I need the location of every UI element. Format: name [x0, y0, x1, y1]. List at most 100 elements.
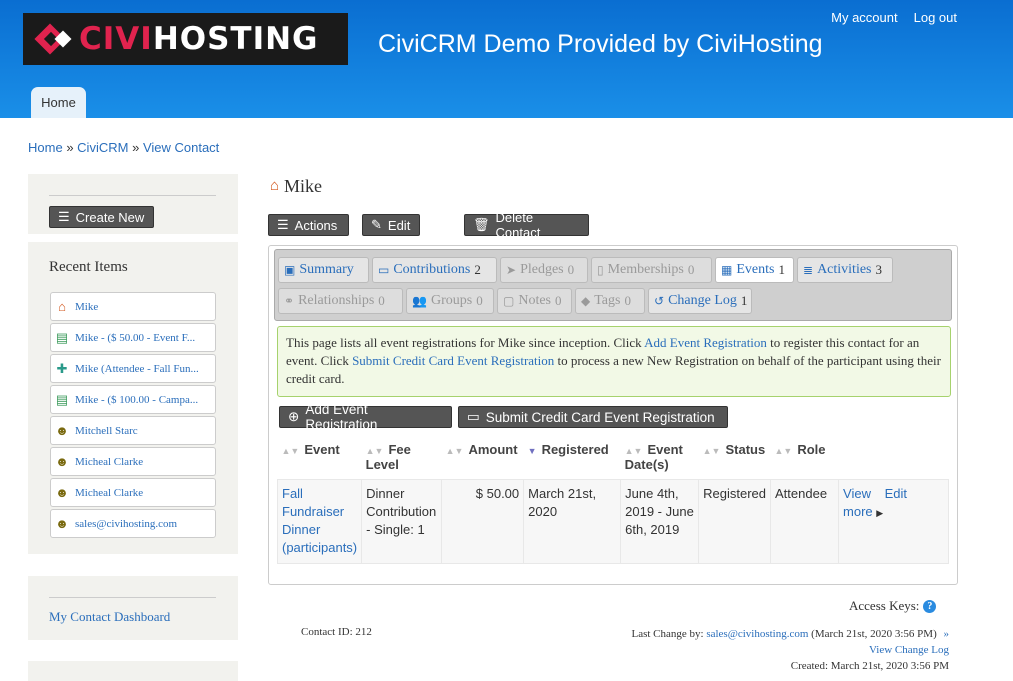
more-link[interactable]: more ▶: [843, 504, 883, 519]
recent-item[interactable]: ☻ Mitchell Starc: [50, 416, 216, 445]
breadcrumb-home[interactable]: Home: [28, 140, 63, 155]
column-amount[interactable]: ▲▼ Amount: [442, 436, 524, 479]
cell-actions: View Edit more ▶: [838, 478, 949, 564]
submit-credit-card-registration-button[interactable]: ▭ Submit Credit Card Event Registration: [458, 406, 728, 428]
view-change-log-link[interactable]: View Change Log: [869, 644, 949, 656]
add-event-registration-link[interactable]: Add Event Registration: [644, 335, 767, 350]
recent-item-link[interactable]: Mitchell Starc: [75, 425, 138, 437]
last-change-date: (March 21st, 2020 3:56 PM): [811, 628, 937, 640]
column-role[interactable]: ▲▼ Role: [771, 436, 839, 479]
recent-item-link[interactable]: sales@civihosting.com: [75, 518, 177, 530]
column-registered[interactable]: ▼ Registered: [524, 436, 621, 479]
tab-count: 0: [476, 293, 483, 308]
recent-item[interactable]: ☻ Micheal Clarke: [50, 478, 216, 507]
breadcrumb-civicrm[interactable]: CiviCRM: [77, 140, 128, 155]
sort-icon: ▲▼: [445, 446, 464, 456]
add-event-registration-button[interactable]: ⊕ Add Event Registration: [279, 402, 452, 432]
last-change-label: Last Change by:: [631, 628, 704, 640]
civihosting-logo[interactable]: CIVI HOSTING: [23, 13, 348, 65]
cell-event-dates: June 4th, 2019 - June 6th, 2019: [620, 478, 700, 564]
logo-text-hosting: HOSTING: [152, 21, 319, 57]
button-label: Submit Credit Card Event Registration: [485, 409, 715, 425]
create-new-button[interactable]: ☰ Create New: [49, 206, 154, 228]
tab-count: 0: [624, 293, 631, 308]
recent-item-link[interactable]: Micheal Clarke: [75, 456, 143, 468]
column-event[interactable]: ▲▼ Event: [278, 436, 362, 479]
list-icon: ≣: [803, 262, 814, 277]
delete-label: Delete Contact: [495, 210, 541, 240]
tab-tags[interactable]: ◆ Tags 0: [575, 288, 645, 314]
tab-relationships[interactable]: ⚭ Relationships 0: [278, 288, 403, 314]
more-label: more: [843, 503, 873, 519]
tab-contributions[interactable]: ▭ Contributions 2: [372, 257, 497, 283]
divider: [49, 195, 216, 196]
tab-change-log[interactable]: ↺ Change Log 1: [648, 288, 752, 314]
delete-contact-button[interactable]: 🗑 Delete Contact: [464, 210, 589, 240]
log-out-link[interactable]: Log out: [914, 10, 957, 25]
actions-button[interactable]: ☰ Actions: [268, 214, 349, 236]
house-icon: ⌂: [270, 178, 280, 194]
recent-item-link[interactable]: Mike (Attendee - Fall Fun...: [75, 363, 199, 375]
recent-item[interactable]: ⌂ Mike: [50, 292, 216, 321]
table-header-row: ▲▼ Event ▲▼ Fee Level ▲▼ Amount ▼ Registered…: [278, 436, 949, 479]
contact-tabs-panel: ▣ Summary ▭ Contributions 2 ➤ Pledges 0 …: [268, 245, 958, 585]
recent-item[interactable]: ☻ Micheal Clarke: [50, 447, 216, 476]
help-message: This page lists all event registrations …: [277, 326, 951, 397]
contact-id: Contact ID: 212: [301, 626, 372, 638]
edit-button[interactable]: ✎ Edit: [362, 214, 420, 236]
divider: [49, 597, 216, 598]
view-link[interactable]: View: [843, 486, 871, 501]
help-text: This page lists all event registrations …: [286, 335, 645, 350]
recent-item-link[interactable]: Mike: [75, 301, 98, 313]
users-icon: 👥: [412, 293, 427, 308]
my-contact-dashboard-link[interactable]: My Contact Dashboard: [49, 609, 170, 625]
tab-pledges[interactable]: ➤ Pledges 0: [500, 257, 588, 283]
chevron-right-icon[interactable]: »: [944, 628, 950, 640]
tab-home[interactable]: Home: [31, 87, 86, 118]
tab-memberships[interactable]: ▯ Memberships 0: [591, 257, 712, 283]
edit-link[interactable]: Edit: [885, 486, 907, 501]
recent-item[interactable]: ▤ Mike - ($ 100.00 - Campa...: [50, 385, 216, 414]
breadcrumb-separator: »: [66, 140, 74, 155]
id-card-icon: ▯: [597, 262, 604, 277]
recent-item-link[interactable]: Micheal Clarke: [75, 487, 143, 499]
logo-text-civi: CIVI: [79, 21, 153, 57]
tab-count: 0: [378, 293, 385, 308]
tab-notes[interactable]: ▢ Notes 0: [497, 288, 572, 314]
tab-events[interactable]: ▦ Events 1: [715, 257, 794, 283]
tab-label: Activities: [817, 262, 872, 277]
recent-items-title: Recent Items: [49, 259, 128, 275]
house-icon: ⌂: [58, 298, 66, 314]
last-change-user-link[interactable]: sales@civihosting.com: [706, 628, 808, 640]
recent-item-link[interactable]: Mike - ($ 100.00 - Campa...: [75, 394, 198, 406]
create-new-block: ☰ Create New: [28, 174, 238, 234]
my-account-link[interactable]: My account: [831, 10, 897, 25]
event-link[interactable]: Fall Fundraiser Dinner (participants): [282, 486, 357, 555]
tab-summary[interactable]: ▣ Summary: [278, 257, 369, 283]
column-fee-level[interactable]: ▲▼ Fee Level: [362, 436, 442, 479]
participant-icon: ✚: [56, 360, 68, 376]
pencil-icon: ✎: [371, 217, 382, 232]
column-status[interactable]: ▲▼ Status: [699, 436, 771, 479]
tab-groups[interactable]: 👥 Groups 0: [406, 288, 494, 314]
breadcrumb-view-contact[interactable]: View Contact: [143, 140, 219, 155]
cell-event: Fall Fundraiser Dinner (participants): [276, 478, 363, 564]
recent-item[interactable]: ☻ sales@civihosting.com: [50, 509, 216, 538]
submit-credit-card-link[interactable]: Submit Credit Card Event Registration: [352, 353, 554, 368]
contribution-icon: ▤: [55, 329, 69, 345]
tab-label: Events: [736, 262, 775, 277]
tab-activities[interactable]: ≣ Activities 3: [797, 257, 893, 283]
person-icon: ☻: [55, 484, 69, 500]
recent-item[interactable]: ✚ Mike (Attendee - Fall Fun...: [50, 354, 216, 383]
recent-item[interactable]: ▤ Mike - ($ 50.00 - Event F...: [50, 323, 216, 352]
sort-desc-icon: ▼: [527, 446, 537, 456]
tab-count: 0: [567, 262, 575, 277]
recent-item-link[interactable]: Mike - ($ 50.00 - Event F...: [75, 332, 195, 344]
created-date: Created: March 21st, 2020 3:56 PM: [790, 660, 949, 672]
dashboard-block: My Contact Dashboard: [28, 576, 238, 640]
paper-plane-icon: ➤: [506, 262, 517, 277]
help-icon[interactable]: ?: [923, 599, 937, 613]
change-info: Last Change by: sales@civihosting.com (M…: [631, 626, 949, 674]
column-event-dates[interactable]: ▲▼ Event Date(s): [621, 436, 699, 479]
user-links: My account Log out: [831, 10, 957, 25]
